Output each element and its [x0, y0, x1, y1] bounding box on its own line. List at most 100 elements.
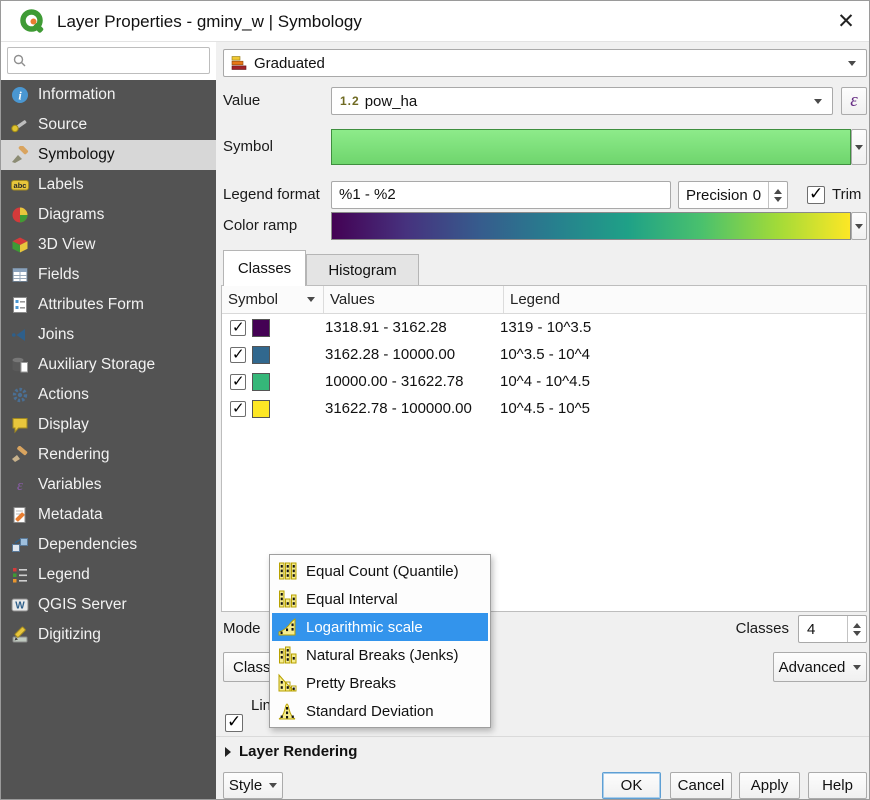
close-icon[interactable]: ✕ — [831, 7, 861, 37]
sidebar-item-diagrams[interactable]: Diagrams — [1, 200, 216, 230]
legend-format-label: Legend format — [223, 181, 320, 209]
apply-button[interactable]: Apply — [739, 772, 800, 799]
sidebar-item-fields[interactable]: Fields — [1, 260, 216, 290]
class-color-swatch[interactable] — [252, 373, 270, 391]
sidebar-item-dependencies[interactable]: Dependencies — [1, 530, 216, 560]
cancel-button[interactable]: Cancel — [670, 772, 732, 799]
class-visibility-checkbox[interactable] — [230, 347, 246, 363]
class-legend: 1319 - 10^3.5 — [500, 319, 591, 336]
menu-item-pretty-breaks[interactable]: Pretty Breaks — [272, 669, 488, 697]
trim-checkbox[interactable] — [807, 186, 825, 204]
table-row[interactable]: 3162.28 - 10000.00 10^3.5 - 10^4 — [222, 341, 866, 368]
advanced-button[interactable]: Advanced — [773, 652, 867, 682]
layer-rendering-section-header[interactable]: Layer Rendering — [225, 743, 357, 760]
spin-up-icon[interactable] — [774, 189, 782, 194]
menu-item-logarithmic-scale[interactable]: Logarithmic scale — [272, 613, 488, 641]
class-visibility-checkbox[interactable] — [230, 320, 246, 336]
sidebar-item-rendering[interactable]: Rendering — [1, 440, 216, 470]
chevron-down-icon — [855, 145, 863, 150]
sidebar-item-3d-view[interactable]: 3D View — [1, 230, 216, 260]
menu-item-equal-count[interactable]: Equal Count (Quantile) — [272, 557, 488, 585]
tab-histogram[interactable]: Histogram — [306, 254, 419, 286]
sidebar-item-label: Source — [38, 116, 87, 134]
table-row[interactable]: 1318.91 - 3162.28 1319 - 10^3.5 — [222, 314, 866, 341]
sidebar-item-label: Auxiliary Storage — [38, 356, 155, 374]
sidebar-item-display[interactable]: Display — [1, 410, 216, 440]
paintbrush-icon — [11, 146, 29, 164]
chevron-down-icon — [853, 665, 861, 670]
style-button[interactable]: Style — [223, 772, 283, 799]
sidebar-item-legend[interactable]: Legend — [1, 560, 216, 590]
sidebar-item-label: Display — [38, 416, 89, 434]
classes-count-spinbox[interactable]: 4 — [798, 615, 867, 643]
sidebar-item-variables[interactable]: ε Variables — [1, 470, 216, 500]
menu-item-natural-breaks[interactable]: Natural Breaks (Jenks) — [272, 641, 488, 669]
pencil-icon — [11, 626, 29, 644]
class-color-swatch[interactable] — [252, 319, 270, 337]
sidebar-item-label: Digitizing — [38, 626, 101, 644]
layer-properties-dialog: Layer Properties - gminy_w | Symbology ✕… — [0, 0, 870, 800]
menu-item-equal-interval[interactable]: Equal Interval — [272, 585, 488, 613]
value-field-name: pow_ha — [365, 93, 418, 110]
sidebar-item-source[interactable]: Source — [1, 110, 216, 140]
value-field-combobox[interactable]: 1.2 pow_ha — [331, 87, 833, 115]
join-arrow-icon — [11, 326, 29, 344]
class-values: 1318.91 - 3162.28 — [325, 319, 500, 336]
menu-item-standard-deviation[interactable]: Standard Deviation — [272, 697, 488, 725]
dependencies-icon — [11, 536, 29, 554]
spin-down-icon[interactable] — [774, 197, 782, 202]
sidebar-item-digitizing[interactable]: Digitizing — [1, 620, 216, 650]
tab-classes[interactable]: Classes — [223, 250, 306, 286]
column-header-legend[interactable]: Legend — [504, 286, 866, 313]
graduated-icon — [231, 55, 247, 71]
renderer-type-combobox[interactable]: Graduated — [223, 49, 867, 77]
symbol-preview-swatch[interactable] — [331, 129, 851, 165]
help-button[interactable]: Help — [808, 772, 867, 799]
sidebar-item-information[interactable]: i Information — [1, 80, 216, 110]
sidebar-item-metadata[interactable]: Metadata — [1, 500, 216, 530]
spinner-arrows[interactable] — [847, 616, 866, 642]
precision-spinbox[interactable]: Precision 0 — [678, 181, 788, 209]
sidebar-item-symbology[interactable]: Symbology — [1, 140, 216, 170]
svg-text:abc: abc — [14, 181, 27, 190]
legend-format-input[interactable]: %1 - %2 — [331, 181, 671, 209]
classes-table-header: Symbol Values Legend — [222, 286, 866, 314]
class-legend: 10^4.5 - 10^5 — [500, 400, 590, 417]
class-visibility-checkbox[interactable] — [230, 374, 246, 390]
database-icon — [11, 356, 29, 374]
classes-count-value: 4 — [807, 621, 815, 638]
spin-down-icon[interactable] — [853, 631, 861, 636]
class-color-swatch[interactable] — [252, 400, 270, 418]
color-ramp-dropdown-button[interactable] — [851, 212, 867, 240]
sidebar-item-label: 3D View — [38, 236, 95, 254]
sidebar-item-attributes-form[interactable]: Attributes Form — [1, 290, 216, 320]
column-header-values[interactable]: Values — [324, 286, 504, 313]
sidebar-item-label: Dependencies — [38, 536, 137, 554]
sidebar-item-actions[interactable]: Actions — [1, 380, 216, 410]
brush-icon — [11, 446, 29, 464]
layer-rendering-title: Layer Rendering — [239, 743, 357, 760]
sidebar-item-joins[interactable]: Joins — [1, 320, 216, 350]
sidebar-item-qgis-server[interactable]: W QGIS Server — [1, 590, 216, 620]
sidebar-search-input[interactable] — [7, 47, 210, 74]
class-color-swatch[interactable] — [252, 346, 270, 364]
sidebar-item-auxiliary-storage[interactable]: Auxiliary Storage — [1, 350, 216, 380]
color-ramp-preview[interactable] — [331, 212, 851, 240]
spinner-arrows[interactable] — [768, 182, 787, 208]
svg-text:W: W — [15, 601, 25, 612]
sidebar: i Information Source Symbology abc Label… — [1, 80, 216, 800]
column-header-symbol[interactable]: Symbol — [222, 286, 324, 313]
table-row[interactable]: 10000.00 - 31622.78 10^4 - 10^4.5 — [222, 368, 866, 395]
abc-tag-icon: abc — [11, 176, 29, 194]
symbol-label: Symbol — [223, 129, 273, 165]
sidebar-item-label: Variables — [38, 476, 101, 494]
symbol-dropdown-button[interactable] — [851, 129, 867, 165]
expression-builder-button[interactable]: ε — [841, 87, 867, 115]
class-visibility-checkbox[interactable] — [230, 401, 246, 417]
link-class-boundaries-checkbox[interactable] — [225, 714, 243, 732]
spin-up-icon[interactable] — [853, 623, 861, 628]
mode-label: Mode — [223, 615, 261, 643]
ok-button[interactable]: OK — [602, 772, 661, 799]
table-row[interactable]: 31622.78 - 100000.00 10^4.5 - 10^5 — [222, 395, 866, 422]
sidebar-item-labels[interactable]: abc Labels — [1, 170, 216, 200]
